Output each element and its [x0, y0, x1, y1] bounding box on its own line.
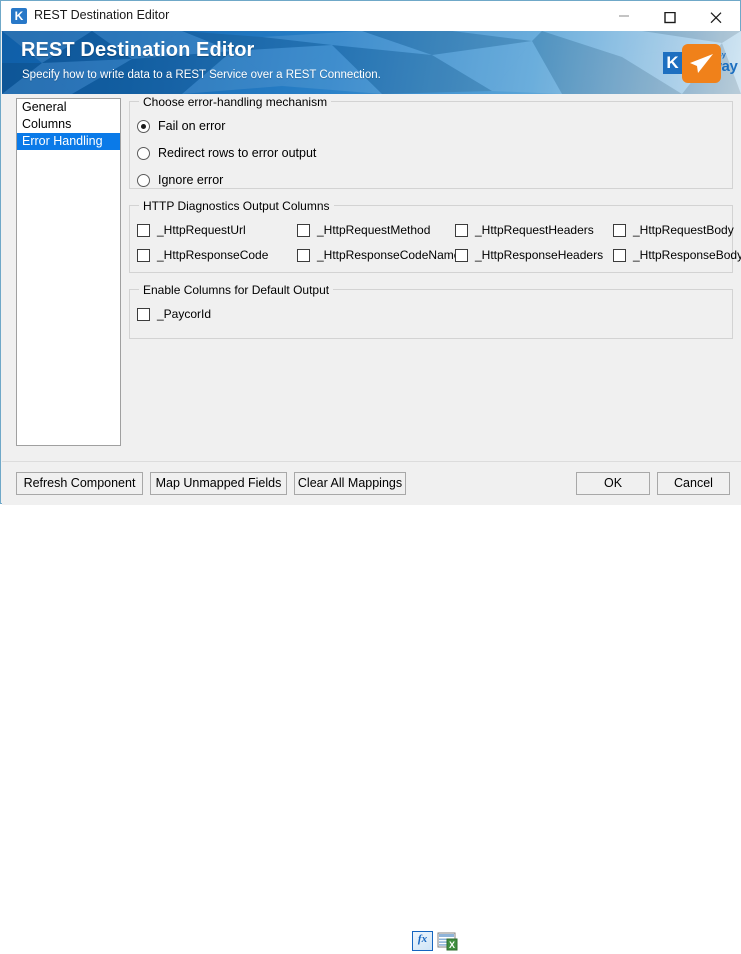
cancel-button[interactable]: Cancel [657, 472, 730, 495]
checkbox-http-request-method[interactable]: _HttpRequestMethod [297, 222, 430, 238]
checkbox-http-request-url-box[interactable] [137, 223, 150, 237]
window-title: REST Destination Editor [34, 8, 170, 22]
checkbox-http-response-headers[interactable]: _HttpResponseHeaders [455, 247, 603, 263]
radio-fail-on-error-label: Fail on error [158, 119, 226, 133]
checkbox-http-response-body-box[interactable] [613, 248, 626, 262]
paper-plane-icon [682, 44, 721, 83]
sidebar-item-columns[interactable]: Columns [17, 116, 120, 133]
logo-k-mark: K [663, 52, 682, 74]
title-bar: K REST Destination Editor [1, 1, 740, 32]
radio-redirect-rows[interactable]: Redirect rows to error output [137, 144, 316, 162]
checkbox-paycor-id-box[interactable] [137, 307, 150, 321]
close-button[interactable] [694, 1, 740, 30]
page-list[interactable]: General Columns Error Handling [16, 98, 121, 446]
ok-button[interactable]: OK [576, 472, 650, 495]
checkbox-http-request-body-box[interactable] [613, 223, 626, 237]
banner-subtitle: Specify how to write data to a REST Serv… [22, 69, 381, 81]
radio-redirect-rows-indicator[interactable] [137, 146, 150, 160]
checkbox-paycor-id[interactable]: _PaycorId [137, 306, 211, 322]
checkbox-paycor-id-label: _PaycorId [157, 307, 212, 321]
radio-ignore-error-indicator[interactable] [137, 173, 150, 187]
checkbox-http-response-headers-label: _HttpResponseHeaders [475, 248, 604, 262]
checkbox-http-response-code-name-label: _HttpResponseCodeName [317, 248, 461, 262]
minimize-button[interactable] [602, 1, 648, 30]
radio-redirect-rows-label: Redirect rows to error output [158, 146, 317, 160]
sidebar-item-general[interactable]: General [17, 99, 120, 116]
svg-text:X: X [449, 940, 455, 950]
checkbox-http-request-headers-box[interactable] [455, 223, 468, 237]
radio-ignore-error-label: Ignore error [158, 173, 224, 187]
excel-export-icon[interactable]: X [437, 931, 458, 951]
checkbox-http-response-headers-box[interactable] [455, 248, 468, 262]
checkbox-http-request-method-box[interactable] [297, 223, 310, 237]
editor-content: General Columns Error Handling Choose er… [2, 94, 741, 461]
fx-expression-icon[interactable]: fx [412, 931, 433, 951]
maximize-button[interactable] [648, 1, 694, 30]
default-output-group: Enable Columns for Default Output _Payco… [129, 283, 733, 339]
app-icon: K [11, 8, 27, 24]
checkbox-http-request-method-label: _HttpRequestMethod [317, 223, 431, 237]
fx-icon-label: fx [417, 933, 428, 945]
checkbox-http-request-headers[interactable]: _HttpRequestHeaders [455, 222, 594, 238]
checkbox-http-response-code-box[interactable] [137, 248, 150, 262]
checkbox-http-response-body-label: _HttpResponseBody [633, 248, 741, 262]
checkbox-http-request-url-label: _HttpRequestUrl [157, 223, 246, 237]
checkbox-http-response-code-name[interactable]: _HttpResponseCodeName [297, 247, 460, 263]
checkbox-http-request-body-label: _HttpRequestBody [633, 223, 734, 237]
checkbox-http-response-body[interactable]: _HttpResponseBody [613, 247, 741, 263]
banner-title: REST Destination Editor [21, 39, 255, 61]
checkbox-http-request-headers-label: _HttpRequestHeaders [475, 223, 594, 237]
radio-ignore-error[interactable]: Ignore error [137, 171, 223, 189]
checkbox-http-response-code-label: _HttpResponseCode [157, 248, 269, 262]
refresh-component-button[interactable]: Refresh Component [16, 472, 143, 495]
radio-fail-on-error[interactable]: Fail on error [137, 117, 225, 135]
checkbox-http-request-body[interactable]: _HttpRequestBody [613, 222, 734, 238]
radio-fail-on-error-indicator[interactable] [137, 119, 150, 133]
rest-destination-editor-window: K REST Destination Editor REST Destinati… [0, 0, 741, 951]
default-output-legend: Enable Columns for Default Output [139, 283, 334, 297]
sidebar-item-error-handling[interactable]: Error Handling [17, 133, 120, 150]
error-handling-legend: Choose error-handling mechanism [139, 95, 332, 109]
checkbox-http-request-url[interactable]: _HttpRequestUrl [137, 222, 246, 238]
http-diagnostics-legend: HTTP Diagnostics Output Columns [139, 199, 334, 213]
footer-bar: Refresh Component Map Unmapped Fields Cl… [2, 461, 741, 951]
clear-all-mappings-button[interactable]: Clear All Mappings [294, 472, 406, 495]
http-diagnostics-group: HTTP Diagnostics Output Columns _HttpReq… [129, 199, 741, 273]
header-banner: REST Destination Editor Specify how to w… [2, 31, 741, 94]
checkbox-http-response-code[interactable]: _HttpResponseCode [137, 247, 268, 263]
checkbox-http-response-code-name-box[interactable] [297, 248, 310, 262]
map-unmapped-fields-button[interactable]: Map Unmapped Fields [150, 472, 287, 495]
error-handling-group: Choose error-handling mechanism Fail on … [129, 95, 733, 189]
